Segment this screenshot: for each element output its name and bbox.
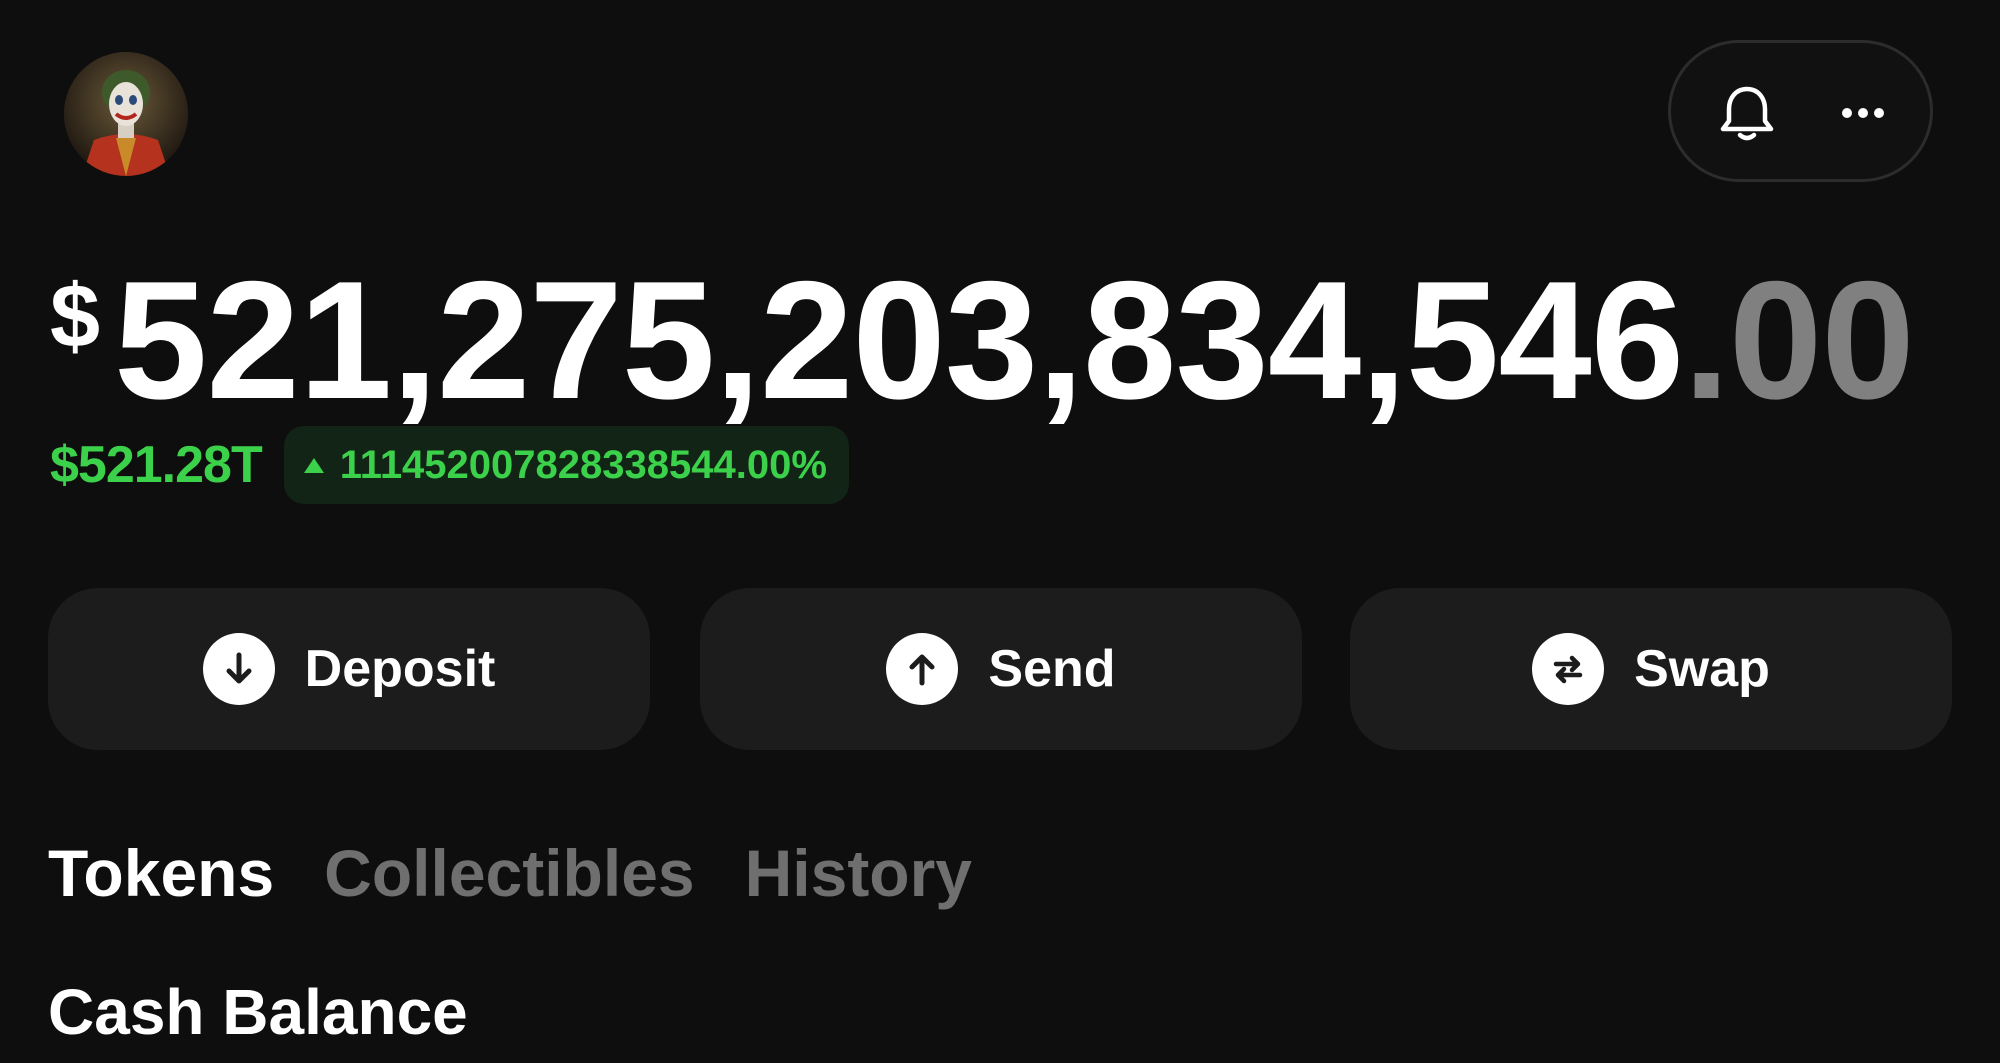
- balance-clip: [1938, 250, 2000, 430]
- deposit-button[interactable]: Deposit: [48, 588, 650, 750]
- balance-short-value: $521.28T: [50, 436, 263, 494]
- send-label: Send: [988, 640, 1116, 698]
- change-percent: 111452007828338544.00%: [339, 442, 827, 487]
- swap-label: Swap: [1634, 640, 1770, 698]
- balance-summary: $521.28T 111452007828338544.00%: [50, 425, 849, 505]
- avatar[interactable]: [64, 52, 188, 176]
- asset-tabs: Tokens Collectibles History: [48, 835, 972, 911]
- currency-symbol: $: [50, 267, 101, 367]
- avatar-image: [64, 52, 188, 176]
- balance-integer: 521,275,203,834,546: [114, 250, 1684, 430]
- swap-button[interactable]: Swap: [1350, 588, 1952, 750]
- tab-history[interactable]: History: [745, 835, 972, 911]
- swap-circle-icon: [1532, 633, 1605, 705]
- tab-collectibles[interactable]: Collectibles: [324, 835, 694, 911]
- balance-amount: 521,275,203,834,546.00: [114, 250, 1915, 430]
- section-title-cash-balance: Cash Balance: [48, 976, 468, 1048]
- balance-fraction: .00: [1683, 250, 1915, 430]
- change-badge: 111452007828338544.00%: [283, 426, 849, 504]
- more-icon[interactable]: [1827, 77, 1899, 149]
- deposit-label: Deposit: [304, 640, 496, 698]
- send-button[interactable]: Send: [700, 588, 1302, 750]
- header-actions: [1668, 40, 1933, 182]
- triangle-up-icon: [303, 457, 324, 473]
- arrow-down-circle-icon: [202, 633, 275, 705]
- tab-tokens[interactable]: Tokens: [48, 835, 274, 911]
- arrow-up-circle-icon: [886, 633, 959, 705]
- bell-icon[interactable]: [1711, 77, 1783, 149]
- total-balance: $ 521,275,203,834,546.00: [50, 250, 2000, 430]
